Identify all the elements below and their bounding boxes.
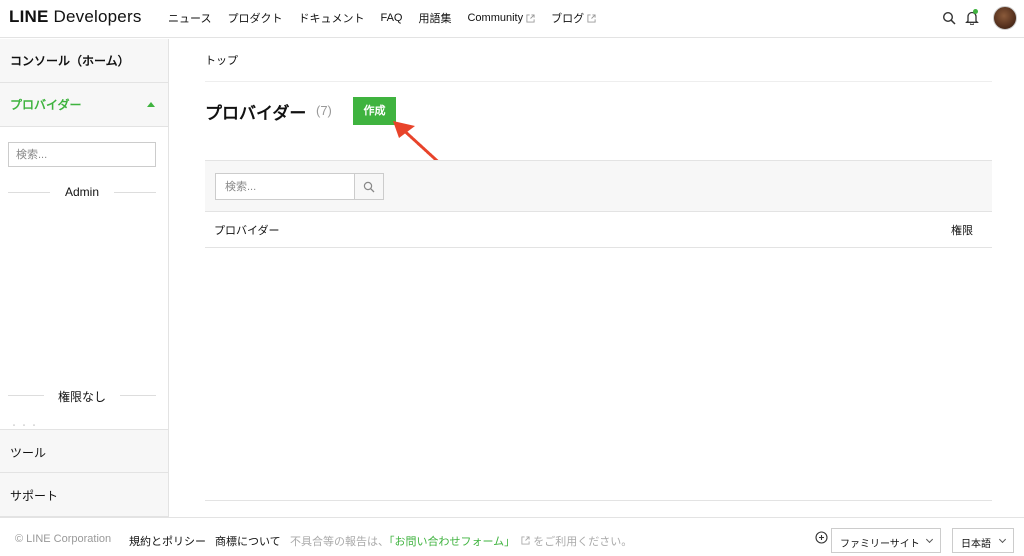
no-permission-group-label: 権限なし bbox=[57, 390, 106, 404]
nav-glossary[interactable]: 用語集 bbox=[418, 10, 451, 26]
nav-glossary-label: 用語集 bbox=[418, 13, 452, 25]
nav-blog[interactable]: ブログ bbox=[551, 10, 596, 26]
line-developers-logo[interactable]: LINE Developers bbox=[9, 7, 142, 27]
chevron-down-icon bbox=[998, 535, 1007, 544]
nav-products[interactable]: プロダクト bbox=[227, 10, 282, 26]
logo-bold-text: LINE bbox=[9, 7, 49, 26]
copyright-text: © LINE Corporation bbox=[15, 533, 112, 545]
breadcrumb[interactable]: トップ bbox=[205, 52, 238, 68]
family-site-select[interactable]: ファミリーサイト bbox=[831, 528, 941, 553]
nav-faq[interactable]: FAQ bbox=[380, 10, 402, 26]
nav-products-label: プロダクト bbox=[227, 13, 283, 25]
content-bottom-divider bbox=[205, 500, 992, 501]
sidebar-item-providers[interactable]: プロバイダー bbox=[0, 83, 168, 127]
column-header-permission: 権限 bbox=[951, 225, 973, 237]
sidebar-item-providers-label: プロバイダー bbox=[10, 98, 82, 112]
notification-dot bbox=[973, 9, 978, 14]
sidebar: コンソール（ホーム） プロバイダー Admin 権限なし ・・・ ツール サポー… bbox=[0, 39, 169, 517]
page-title: プロバイダー bbox=[205, 104, 307, 123]
breadcrumb-divider bbox=[205, 81, 992, 82]
nav-documents[interactable]: ドキュメント bbox=[298, 10, 364, 26]
sidebar-search-input[interactable] bbox=[8, 142, 156, 167]
external-link-icon bbox=[526, 13, 535, 23]
nav-news-label: ニュース bbox=[168, 13, 212, 25]
language-label: 日本語 bbox=[961, 539, 991, 550]
logo-text: Developers bbox=[53, 7, 142, 26]
nav-documents-label: ドキュメント bbox=[298, 13, 365, 25]
sidebar-item-console-home[interactable]: コンソール（ホーム） bbox=[0, 39, 168, 83]
main-nav: ニュース プロダクト ドキュメント FAQ 用語集 Community ブログ bbox=[168, 10, 612, 26]
user-avatar[interactable] bbox=[993, 6, 1017, 30]
nav-community[interactable]: Community bbox=[467, 10, 535, 26]
family-site-label: ファミリーサイト bbox=[840, 539, 920, 550]
nav-community-label: Community bbox=[467, 12, 524, 24]
report-text: 不具合等の報告は、「お問い合わせフォーム」 をご利用ください。 bbox=[290, 533, 632, 549]
language-select[interactable]: 日本語 bbox=[952, 528, 1014, 553]
search-button[interactable] bbox=[354, 173, 384, 200]
search-icon[interactable] bbox=[942, 11, 956, 25]
caret-up-icon bbox=[147, 102, 155, 107]
table-header-row: プロバイダー 権限 bbox=[205, 212, 992, 248]
search-icon bbox=[363, 181, 375, 193]
external-link-icon bbox=[587, 13, 596, 23]
provider-search-input[interactable] bbox=[215, 173, 355, 200]
column-header-provider: プロバイダー bbox=[214, 225, 280, 237]
report-prefix: 不具合等の報告は、 bbox=[290, 536, 389, 548]
chevron-down-icon bbox=[925, 535, 934, 544]
report-suffix: をご利用ください。 bbox=[533, 536, 633, 548]
admin-group-divider: Admin bbox=[8, 184, 156, 200]
external-link-icon bbox=[521, 536, 530, 545]
top-header: LINE Developers ニュース プロダクト ドキュメント FAQ 用語集… bbox=[0, 0, 1024, 38]
nav-blog-label: ブログ bbox=[551, 13, 585, 25]
trademark-link[interactable]: 商標について bbox=[215, 533, 281, 549]
search-panel bbox=[205, 160, 992, 212]
nav-news[interactable]: ニュース bbox=[168, 10, 211, 26]
sidebar-item-tools[interactable]: ツール bbox=[0, 429, 168, 473]
terms-link[interactable]: 規約とポリシー bbox=[129, 533, 206, 549]
chat-plus-icon[interactable] bbox=[815, 531, 828, 544]
nav-faq-label: FAQ bbox=[380, 12, 403, 24]
footer: © LINE Corporation 規約とポリシー 商標について 不具合等の報… bbox=[0, 517, 1024, 556]
provider-count: (7) bbox=[316, 103, 332, 118]
no-permission-group-divider: 権限なし bbox=[8, 387, 156, 404]
contact-form-link[interactable]: 「お問い合わせフォーム」 bbox=[389, 536, 515, 548]
sidebar-item-support[interactable]: サポート bbox=[0, 473, 168, 517]
